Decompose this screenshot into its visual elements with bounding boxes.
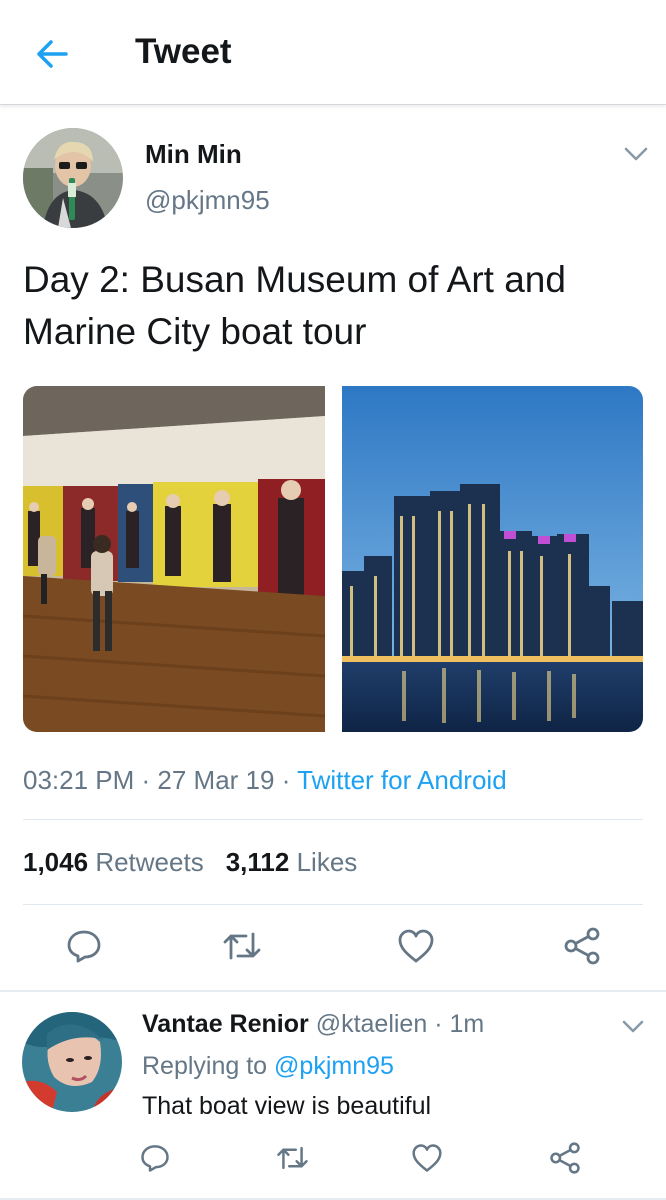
page-title: Tweet (135, 32, 232, 71)
tweet-actions (0, 916, 666, 976)
tweet-media (23, 386, 643, 732)
retweet-icon (223, 932, 261, 960)
like-icon (412, 1144, 442, 1172)
divider (23, 904, 643, 905)
tweet-stats: 1,046 Retweets 3,112 Likes (23, 847, 357, 878)
like-icon (398, 929, 434, 963)
reply-author-name[interactable]: Vantae Renior (142, 1010, 309, 1038)
reply-text: That boat view is beautiful (142, 1092, 432, 1120)
retweets-label: Retweets (95, 847, 204, 877)
museum-photo[interactable] (23, 386, 325, 732)
reply-actions (0, 1137, 666, 1181)
retweet-button[interactable] (222, 926, 262, 966)
replying-to: Replying to @pkjmn95 (142, 1052, 394, 1081)
share-icon (564, 927, 600, 965)
tweet-meta: 03:21 PM · 27 Mar 19 · Twitter for Andro… (23, 765, 507, 795)
divider (23, 819, 643, 820)
retweets-stat[interactable]: 1,046 Retweets (23, 847, 204, 877)
back-button[interactable] (30, 34, 74, 74)
author-handle[interactable]: @pkjmn95 (145, 185, 270, 216)
reply-retweet-button[interactable] (275, 1141, 309, 1175)
reply-author-avatar[interactable] (22, 1012, 122, 1112)
retweets-count: 1,046 (23, 847, 89, 877)
marine-city-photo[interactable] (342, 386, 643, 732)
likes-stat[interactable]: 3,112 Likes (226, 847, 358, 877)
likes-count: 3,112 (225, 847, 290, 877)
arrow-left-icon (37, 40, 68, 68)
tweet-text: Day 2: Busan Museum of Art and Marine Ci… (23, 259, 566, 352)
reply-author-handle[interactable]: @ktaelien (316, 1010, 428, 1038)
reply-button[interactable] (64, 926, 104, 966)
reply-share-button[interactable] (548, 1141, 582, 1175)
top-app-bar: Tweet (0, 0, 666, 105)
replying-prefix: Replying to (142, 1052, 268, 1080)
reply-icon (141, 1145, 169, 1172)
reply-tweet[interactable]: Vantae Renior @ktaelien · 1m Replying to… (0, 992, 666, 1200)
chevron-down-icon[interactable] (622, 144, 650, 164)
reply-reply-button[interactable] (138, 1141, 172, 1175)
share-icon (550, 1142, 580, 1174)
tweet-source-link[interactable]: Twitter for Android (297, 765, 507, 795)
author-avatar[interactable] (23, 128, 123, 228)
retweet-icon (276, 1146, 308, 1170)
main-tweet: Min Min @pkjmn95 Day 2: Busan Museum of … (0, 106, 666, 990)
reply-header: Vantae Renior @ktaelien · 1m (142, 1010, 485, 1038)
reply-like-button[interactable] (410, 1141, 444, 1175)
author-name[interactable]: Min Min (145, 139, 242, 170)
replying-mention-link[interactable]: @pkjmn95 (274, 1052, 394, 1080)
tweet-time: 03:21 PM (23, 765, 135, 795)
tweet-date: 27 Mar 19 (157, 765, 275, 795)
reply-icon (67, 930, 101, 963)
reply-age: 1m (449, 1010, 485, 1038)
likes-label: Likes (296, 847, 358, 877)
chevron-down-icon[interactable] (620, 1018, 646, 1036)
share-button[interactable] (562, 926, 602, 966)
like-button[interactable] (396, 926, 436, 966)
